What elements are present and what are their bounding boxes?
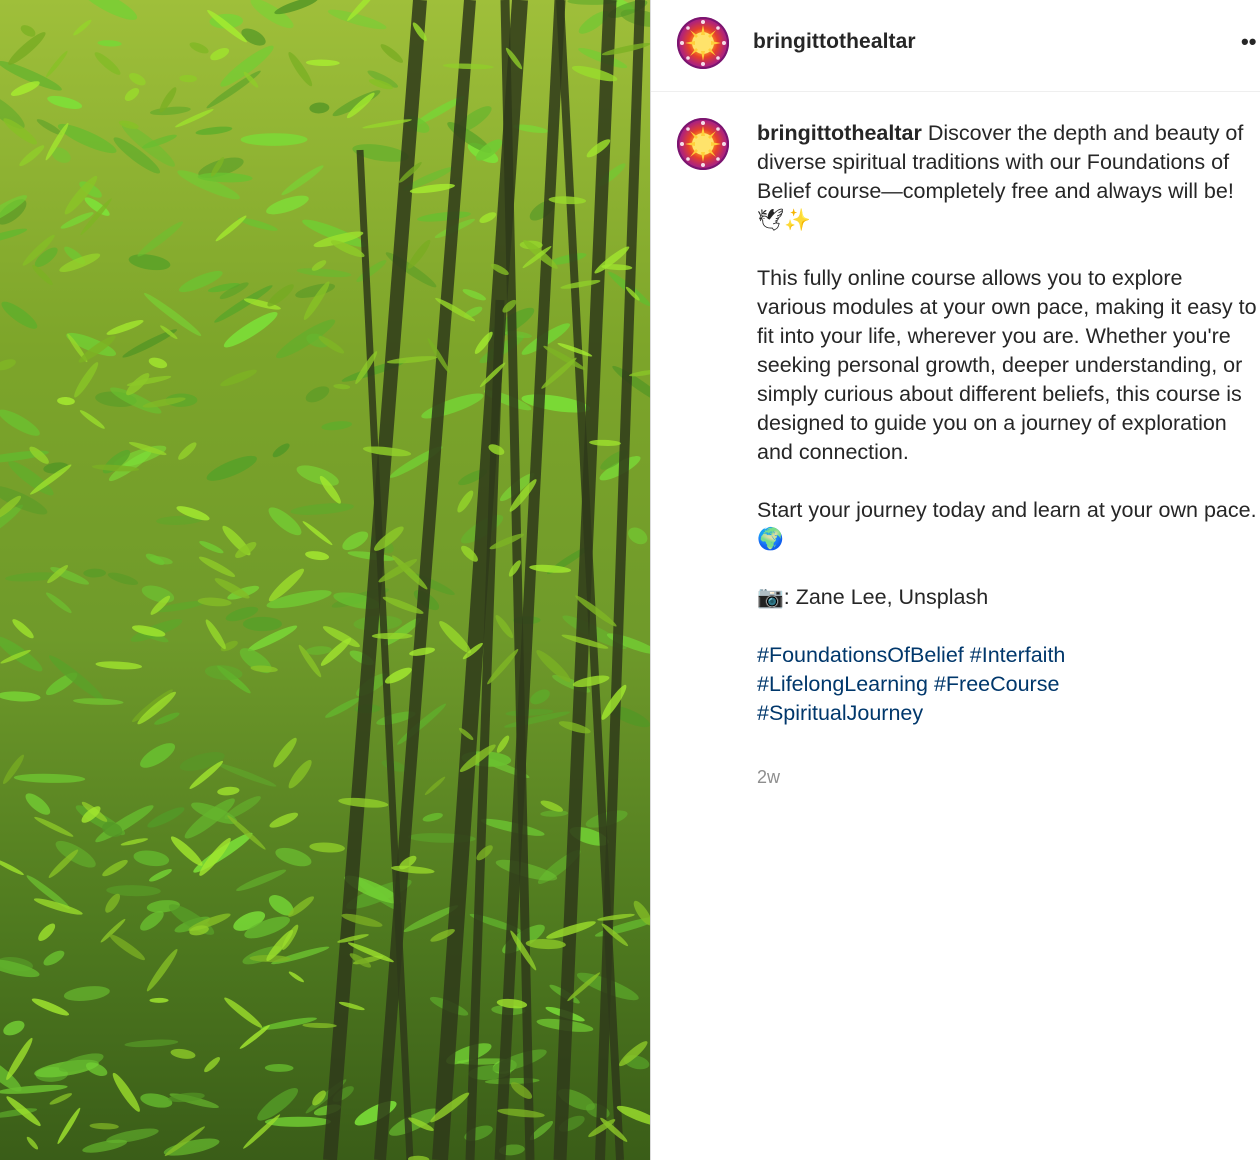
caption-call-to-action: Start your journey today and learn at yo… xyxy=(757,498,1257,551)
hashtag-link[interactable]: #LifelongLearning xyxy=(757,672,928,696)
post-caption: bringittothealtar Discover the depth and… xyxy=(757,119,1257,757)
caption-avatar[interactable] xyxy=(677,118,729,170)
hashtag-link[interactable]: #SpiritualJourney xyxy=(757,701,923,725)
header-username[interactable]: bringittothealtar xyxy=(753,30,916,54)
bamboo-illustration xyxy=(0,0,650,1160)
photo-credit: 📷: Zane Lee, Unsplash xyxy=(757,585,989,609)
bamboo-forest-photo[interactable] xyxy=(0,0,650,1160)
hashtag-link[interactable]: #FoundationsOfBelief xyxy=(757,643,964,667)
interfaith-sun-icon xyxy=(680,121,726,167)
caption-paragraph: This fully online course allows you to e… xyxy=(757,266,1257,464)
post-header: bringittothealtar •• xyxy=(651,0,1260,92)
hashtag-link[interactable]: #Interfaith xyxy=(970,643,1066,667)
hashtags: #FoundationsOfBelief #Interfaith #Lifelo… xyxy=(757,641,1257,728)
post-details-panel: bringittothealtar •• bringittothealtar D… xyxy=(650,0,1260,1160)
more-options-icon[interactable]: •• xyxy=(1241,31,1260,56)
caption-username[interactable]: bringittothealtar xyxy=(757,121,922,145)
post-timestamp[interactable]: 2w xyxy=(757,767,780,788)
avatar[interactable] xyxy=(677,17,729,69)
interfaith-sun-icon xyxy=(680,20,726,66)
hashtag-link[interactable]: #FreeCourse xyxy=(934,672,1059,696)
